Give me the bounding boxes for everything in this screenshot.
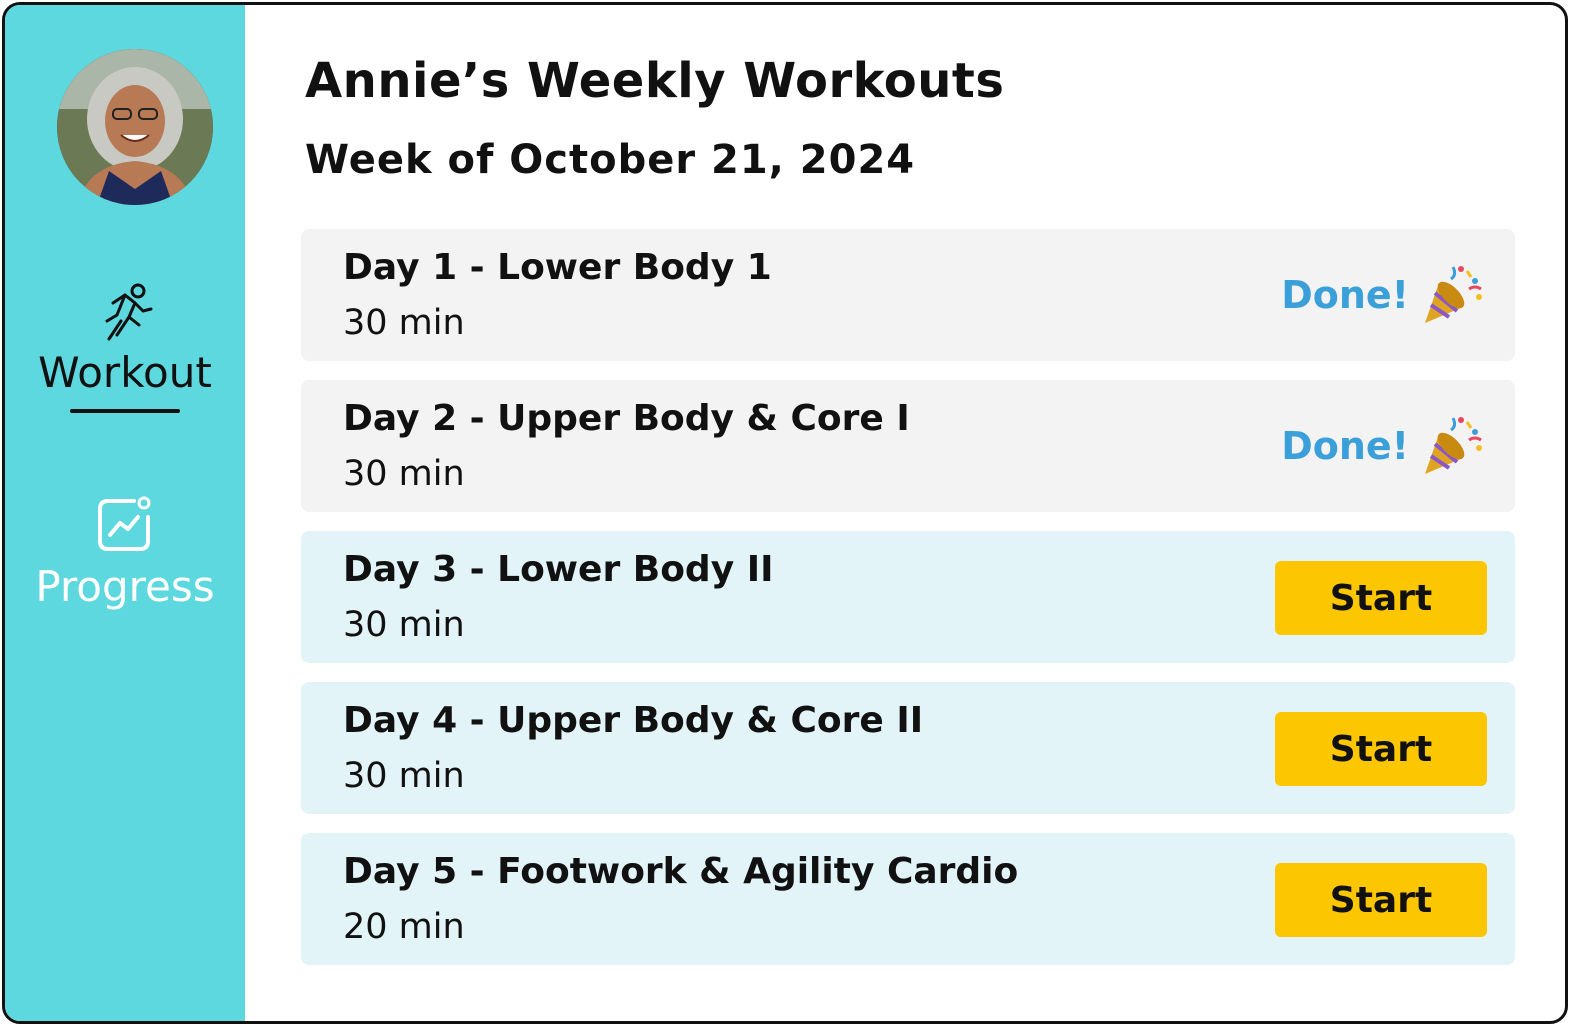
party-popper-icon (1425, 417, 1482, 474)
workout-card-day-3[interactable]: Day 3 - Lower Body II 30 min Start (301, 531, 1515, 663)
workout-title: Day 4 - Upper Body & Core II (343, 700, 924, 741)
workout-duration: 30 min (343, 303, 465, 343)
app-window: Workout Progress Annie’s Weekly Workouts… (2, 2, 1568, 1024)
workout-duration: 30 min (343, 756, 465, 796)
page-subtitle: Week of October 21, 2024 (305, 137, 916, 183)
done-status: Done! (1281, 259, 1485, 331)
nav-progress[interactable]: Progress (5, 493, 245, 613)
start-button[interactable]: Start (1275, 561, 1487, 635)
nav-progress-label: Progress (35, 562, 215, 611)
workout-list: Day 1 - Lower Body 1 30 min Done! Day 2 … (301, 229, 1515, 984)
main-content: Annie’s Weekly Workouts Week of October … (245, 5, 1565, 1021)
nav-workout[interactable]: Workout (5, 281, 245, 413)
nav-workout-label: Workout (38, 348, 212, 397)
party-popper-icon (1425, 266, 1482, 323)
done-label: Done! (1281, 273, 1409, 317)
workout-card-day-4[interactable]: Day 4 - Upper Body & Core II 30 min Star… (301, 682, 1515, 814)
avatar-photo (57, 49, 213, 205)
active-tab-indicator (70, 409, 180, 413)
done-status: Done! (1281, 410, 1485, 482)
workout-card-day-1[interactable]: Day 1 - Lower Body 1 30 min Done! (301, 229, 1515, 361)
chart-trend-icon (98, 496, 151, 551)
workout-title: Day 3 - Lower Body II (343, 549, 774, 590)
start-button[interactable]: Start (1275, 863, 1487, 937)
page-title: Annie’s Weekly Workouts (305, 53, 1005, 109)
workout-duration: 30 min (343, 454, 465, 494)
workout-card-day-2[interactable]: Day 2 - Upper Body & Core I 30 min Done! (301, 380, 1515, 512)
avatar[interactable] (57, 49, 213, 205)
workout-title: Day 2 - Upper Body & Core I (343, 398, 910, 439)
running-person-icon (105, 283, 153, 341)
sidebar: Workout Progress (5, 5, 245, 1021)
workout-title: Day 5 - Footwork & Agility Cardio (343, 851, 1019, 892)
workout-duration: 20 min (343, 907, 465, 947)
start-button[interactable]: Start (1275, 712, 1487, 786)
done-label: Done! (1281, 424, 1409, 468)
workout-duration: 30 min (343, 605, 465, 645)
workout-card-day-5[interactable]: Day 5 - Footwork & Agility Cardio 20 min… (301, 833, 1515, 965)
workout-title: Day 1 - Lower Body 1 (343, 247, 772, 288)
